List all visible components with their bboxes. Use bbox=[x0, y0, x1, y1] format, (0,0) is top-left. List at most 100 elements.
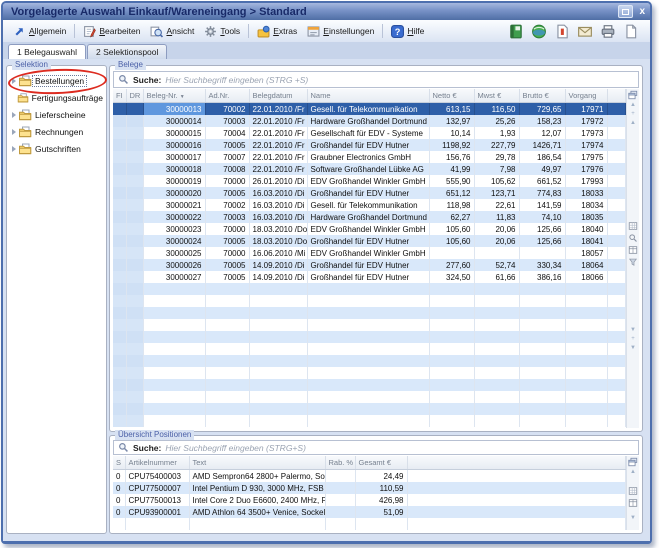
grid-icon[interactable] bbox=[628, 486, 638, 496]
table-row[interactable]: 300000247000518.03.2010 /DoGroßhandel fü… bbox=[113, 235, 626, 247]
table-cell bbox=[126, 151, 143, 163]
table-row[interactable]: 0CPU75400003AMD Sempron64 2800+ Palermo,… bbox=[113, 470, 626, 483]
column-header-dr[interactable]: DR bbox=[126, 89, 143, 103]
restore-button[interactable] bbox=[618, 5, 633, 18]
column-header-mwst[interactable]: Mwst € bbox=[474, 89, 519, 103]
column-header-rab[interactable]: Rab. % bbox=[325, 456, 355, 470]
table-row[interactable]: 300000277000514.09.2010 /DiGroßhandel fü… bbox=[113, 271, 626, 283]
sidebar-item-gutschriften[interactable]: Gutschriften bbox=[7, 140, 106, 157]
column-header-s[interactable]: S bbox=[113, 456, 125, 470]
menu-item-extras[interactable]: Extras bbox=[252, 23, 302, 40]
belege-search-input[interactable]: Suche: Hier Suchbegriff eingeben (STRG +… bbox=[113, 71, 639, 88]
empty-cell bbox=[429, 355, 474, 367]
printer-icon[interactable] bbox=[600, 24, 616, 39]
column-chooser-icon[interactable] bbox=[628, 90, 638, 100]
menu-item-einstellungen[interactable]: Einstellungen bbox=[302, 23, 379, 40]
table-cell: 41,99 bbox=[429, 163, 474, 175]
empty-cell bbox=[307, 307, 429, 319]
table-row[interactable]: 300000137000222.01.2010 /FrGesell. für T… bbox=[113, 103, 626, 116]
down-arrow-icon[interactable]: ▼ bbox=[630, 344, 636, 353]
sidebar-item-lieferscheine[interactable]: Lieferscheine bbox=[7, 106, 106, 123]
column-header-text[interactable]: Text bbox=[189, 456, 325, 470]
menu-item-ansicht[interactable]: Ansicht bbox=[145, 23, 199, 40]
table-cell: 16.03.2010 /Di bbox=[249, 199, 307, 211]
plus-icon[interactable]: + bbox=[631, 110, 635, 119]
expand-arrow-icon[interactable] bbox=[10, 112, 18, 118]
empty-cell bbox=[113, 283, 126, 295]
mail-icon[interactable] bbox=[577, 24, 593, 39]
table-row[interactable]: 300000167000522.01.2010 /FrGroßhandel fü… bbox=[113, 139, 626, 151]
tab-2-selektionspool[interactable]: 2 Selektionspool bbox=[87, 44, 167, 59]
column-header-name[interactable]: Name bbox=[307, 89, 429, 103]
expand-arrow-icon[interactable] bbox=[10, 78, 18, 84]
table-row[interactable]: 0CPU77500013Intel Core 2 Duo E6600, 2400… bbox=[113, 494, 626, 506]
table-cell: 426,98 bbox=[355, 494, 407, 506]
table-cell: 12,07 bbox=[519, 127, 565, 139]
table-cell: 18057 bbox=[565, 247, 607, 259]
column-header-vorgang[interactable]: Vorgang bbox=[565, 89, 607, 103]
titlebar[interactable]: Vorgelagerte Auswahl Einkauf/Wareneingan… bbox=[3, 3, 650, 20]
plus-icon[interactable]: + bbox=[631, 335, 635, 344]
up-arrow-icon[interactable]: ▲ bbox=[630, 468, 636, 477]
magnifier-icon[interactable] bbox=[628, 233, 638, 243]
report-icon[interactable] bbox=[554, 24, 570, 39]
table-row[interactable]: 300000237000018.03.2010 /DoEDV Großhande… bbox=[113, 223, 626, 235]
table-row[interactable]: 300000227000316.03.2010 /DiHardware Groß… bbox=[113, 211, 626, 223]
table-row[interactable]: 300000177000722.01.2010 /FrGraubner Elec… bbox=[113, 151, 626, 163]
filter-icon[interactable] bbox=[628, 257, 638, 267]
table-row[interactable]: 300000187000822.01.2010 /FrSoftware Groß… bbox=[113, 163, 626, 175]
grid-icon[interactable] bbox=[628, 221, 638, 231]
globe-icon[interactable] bbox=[531, 24, 547, 39]
column-chooser-icon[interactable] bbox=[628, 457, 638, 467]
layout-icon[interactable] bbox=[628, 245, 638, 255]
menu-item-tools[interactable]: Tools bbox=[199, 23, 245, 40]
column-header-fi[interactable]: FI bbox=[113, 89, 126, 103]
up-arrow-icon[interactable]: ▲ bbox=[630, 119, 636, 128]
column-header-belegdatum[interactable]: Belegdatum bbox=[249, 89, 307, 103]
folder-icon bbox=[17, 92, 29, 104]
table-cell: CPU93900001 bbox=[125, 506, 189, 518]
table-row[interactable]: 300000147000322.01.2010 /FrHardware Groß… bbox=[113, 115, 626, 127]
book-icon[interactable] bbox=[508, 24, 524, 39]
table-cell bbox=[607, 235, 626, 247]
column-header-gesamt[interactable]: Gesamt € bbox=[355, 456, 407, 470]
column-header-brutto[interactable]: Brutto € bbox=[519, 89, 565, 103]
settings-icon bbox=[307, 25, 320, 38]
layout-icon[interactable] bbox=[628, 498, 638, 508]
table-cell bbox=[113, 139, 126, 151]
expand-arrow-icon[interactable] bbox=[10, 129, 18, 135]
menu-item-bearbeiten[interactable]: Bearbeiten bbox=[78, 23, 145, 40]
up-arrow-icon[interactable]: ▲ bbox=[630, 101, 636, 110]
empty-cell bbox=[249, 331, 307, 343]
table-row[interactable]: 0CPU93900001AMD Athlon 64 3500+ Venice, … bbox=[113, 506, 626, 518]
column-header-artikelnummer[interactable]: Artikelnummer bbox=[125, 456, 189, 470]
page-icon[interactable] bbox=[623, 24, 639, 39]
menu-item-hilfe[interactable]: ?Hilfe bbox=[386, 23, 429, 40]
table-row[interactable]: 300000217000216.03.2010 /DiGesell. für T… bbox=[113, 199, 626, 211]
sidebar-item-fertigungsaufträge[interactable]: Fertigungsaufträge bbox=[7, 89, 106, 106]
table-row[interactable]: 0CPU77500007Intel Pentium D 930, 3000 MH… bbox=[113, 482, 626, 494]
empty-cell bbox=[249, 367, 307, 379]
down-arrow-icon[interactable]: ▼ bbox=[630, 326, 636, 335]
table-cell: 774,83 bbox=[519, 187, 565, 199]
sidebar-item-bestellungen[interactable]: Bestellungen bbox=[7, 72, 106, 89]
tab-1-belegauswahl[interactable]: 1 Belegauswahl bbox=[8, 44, 86, 59]
arrow-ne-icon bbox=[13, 25, 26, 38]
column-header-belegnr[interactable]: Beleg-Nr.▼ bbox=[143, 89, 205, 103]
column-header-netto[interactable]: Netto € bbox=[429, 89, 474, 103]
sidebar-item-rechnungen[interactable]: Rechnungen bbox=[7, 123, 106, 140]
expand-arrow-icon[interactable] bbox=[10, 146, 18, 152]
table-row[interactable]: 300000257000016.06.2010 /MiEDV Großhande… bbox=[113, 247, 626, 259]
empty-cell bbox=[519, 367, 565, 379]
table-row[interactable]: 300000157000422.01.2010 /FrGesellschaft … bbox=[113, 127, 626, 139]
down-arrow-icon[interactable]: ▼ bbox=[630, 514, 636, 523]
table-cell: 30000019 bbox=[143, 175, 205, 187]
column-header-adnr[interactable]: Ad.Nr. bbox=[205, 89, 249, 103]
table-row[interactable]: 300000197000026.01.2010 /DiEDV Großhande… bbox=[113, 175, 626, 187]
close-button[interactable]: x bbox=[639, 6, 645, 17]
table-row[interactable]: 300000267000514.09.2010 /DiGroßhandel fü… bbox=[113, 259, 626, 271]
table-row[interactable]: 300000207000516.03.2010 /DiGroßhandel fü… bbox=[113, 187, 626, 199]
positionen-search-input[interactable]: Suche: Hier Suchbegriff eingeben (STRG+S… bbox=[113, 440, 639, 455]
menu-item-allgemein[interactable]: Allgemein bbox=[8, 23, 71, 40]
belege-legend: Belege bbox=[115, 60, 146, 70]
